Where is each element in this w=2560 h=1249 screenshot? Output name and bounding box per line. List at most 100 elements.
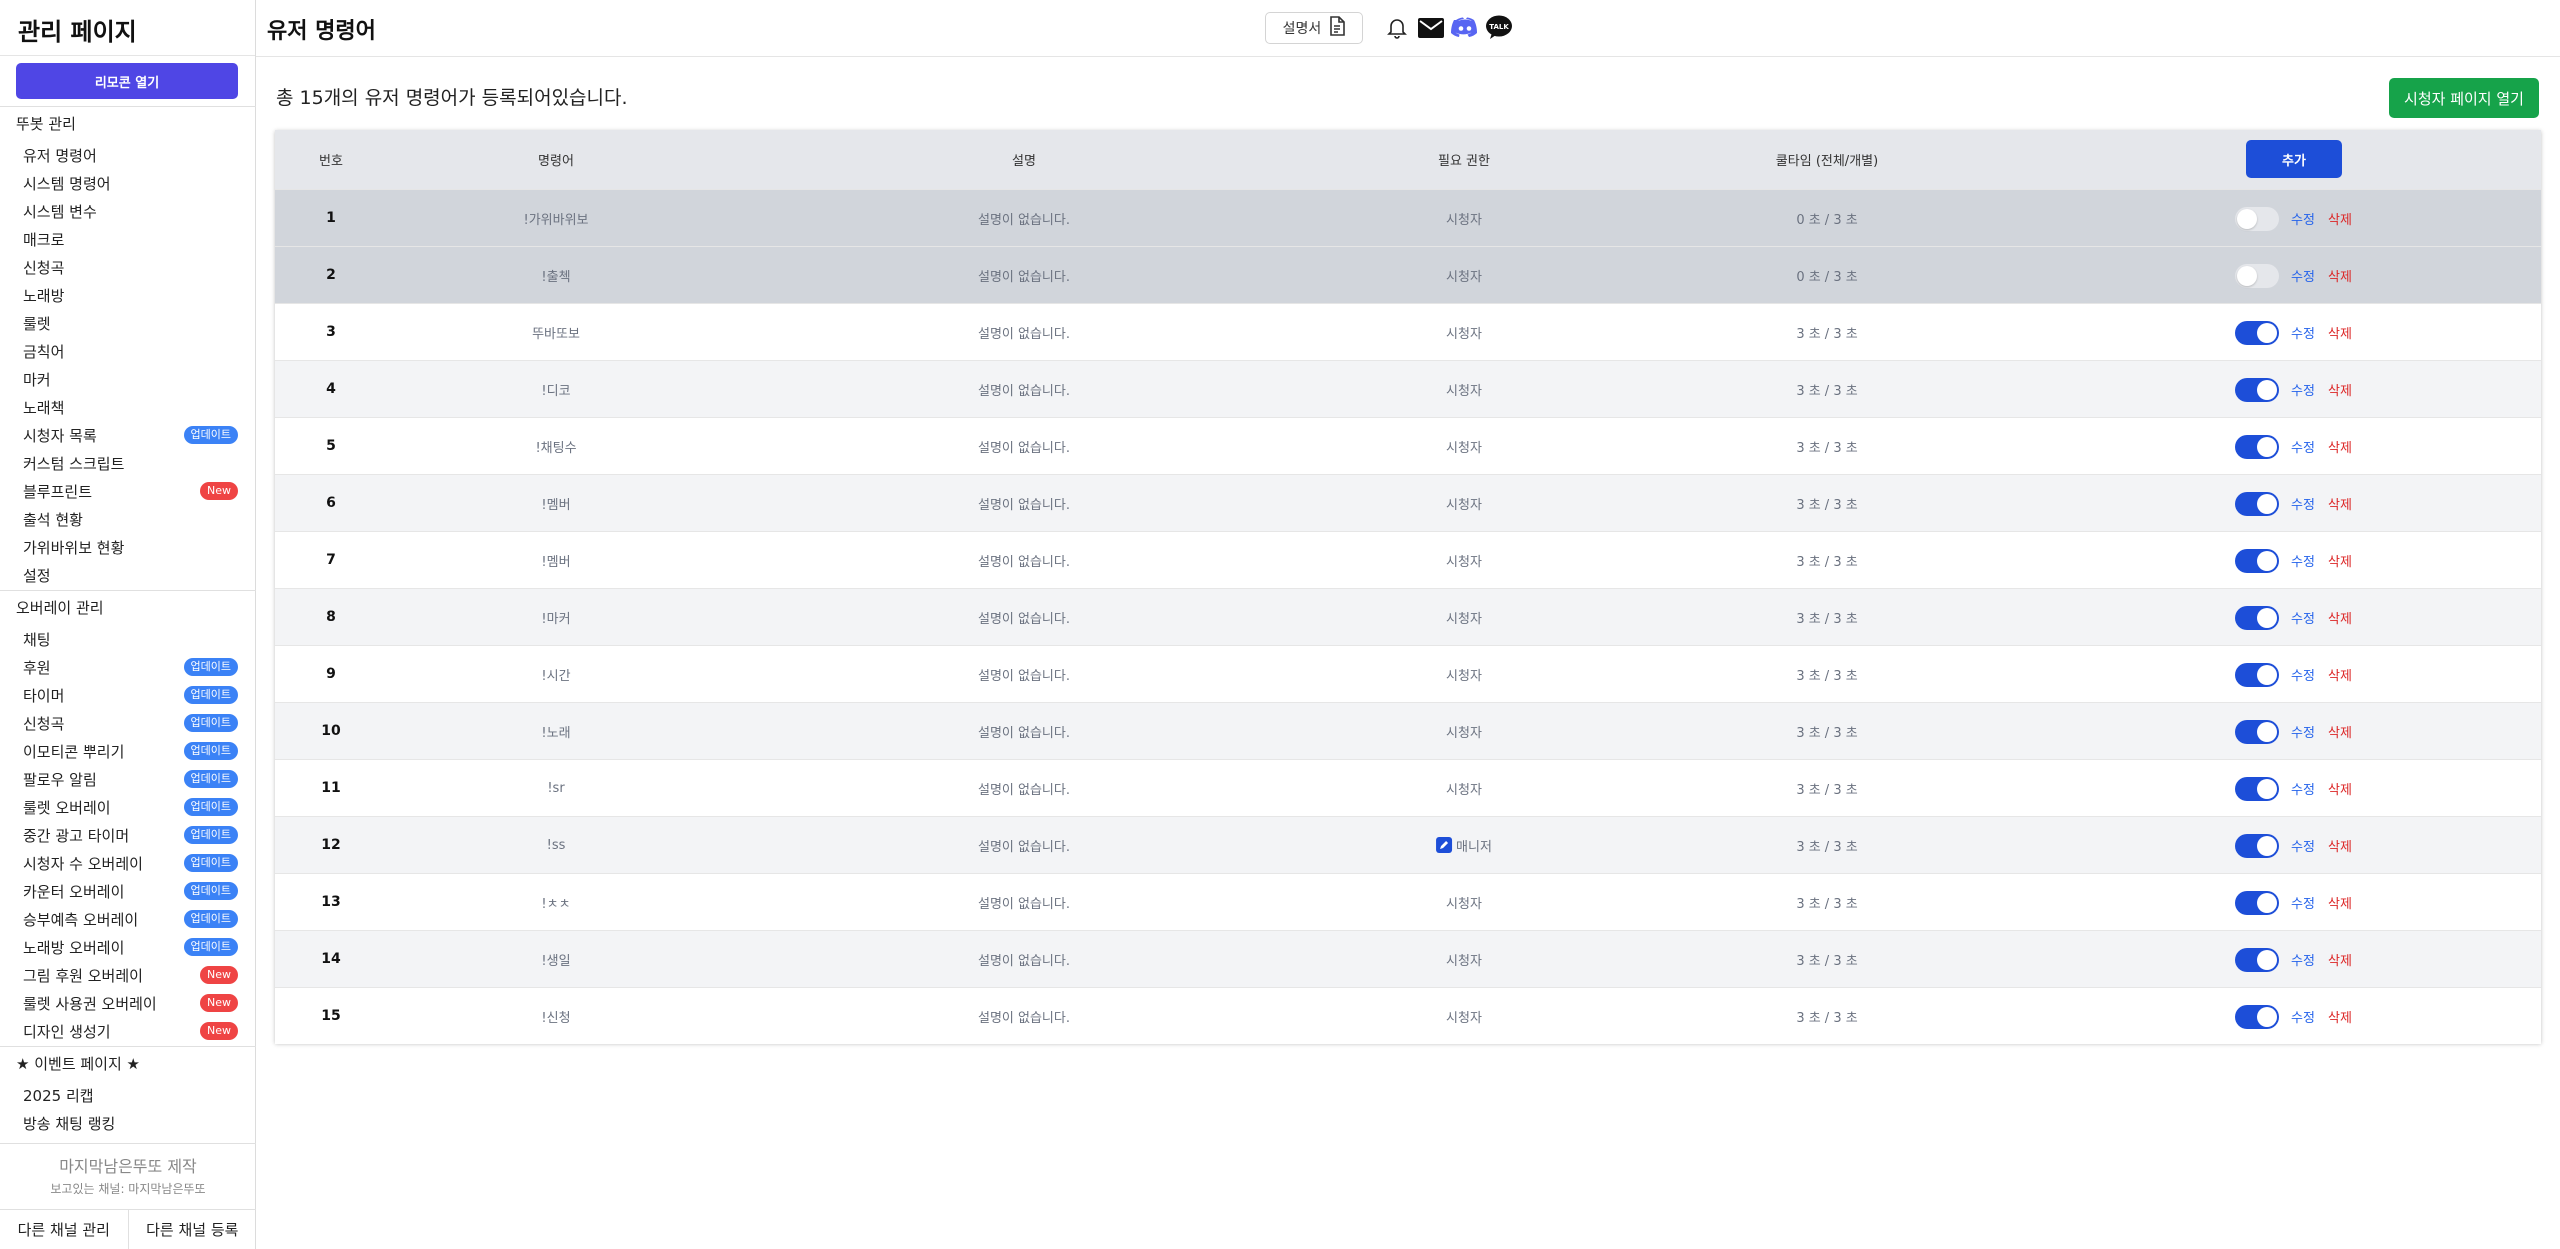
enable-toggle[interactable] xyxy=(2235,606,2279,630)
open-remote-button[interactable]: 리모콘 열기 xyxy=(16,63,238,99)
edit-button[interactable]: 수정 xyxy=(2291,418,2315,474)
delete-button[interactable]: 삭제 xyxy=(2328,703,2352,759)
sidebar-item-overlay-label: 룰렛 사용권 오버레이 xyxy=(23,994,157,1013)
sidebar-item-event-1[interactable]: 방송 채팅 랭킹 xyxy=(23,1109,238,1137)
enable-toggle[interactable] xyxy=(2235,948,2279,972)
sidebar-item-bot-13[interactable]: 출석 현황 xyxy=(23,505,238,533)
sidebar-item-bot-8[interactable]: 마커 xyxy=(23,365,238,393)
sidebar-item-bot-6[interactable]: 룰렛 xyxy=(23,309,238,337)
edit-button[interactable]: 수정 xyxy=(2291,190,2315,246)
sidebar-item-overlay-0[interactable]: 채팅 xyxy=(23,625,238,653)
edit-button[interactable]: 수정 xyxy=(2291,247,2315,303)
sidebar-item-bot-7[interactable]: 금칙어 xyxy=(23,337,238,365)
sidebar-item-overlay-11[interactable]: 노래방 오버레이 업데이트 xyxy=(23,933,238,961)
add-command-button[interactable]: 추가 xyxy=(2246,140,2342,178)
enable-toggle[interactable] xyxy=(2235,891,2279,915)
kakaotalk-icon[interactable]: TALK xyxy=(1485,14,1513,42)
row-command: !멤버 xyxy=(541,554,571,570)
new-badge: New xyxy=(200,994,238,1012)
sidebar-item-bot-11[interactable]: 커스텀 스크립트 xyxy=(23,449,238,477)
delete-button[interactable]: 삭제 xyxy=(2328,931,2352,987)
table-row: 13 !ㅊㅊ 설명이 없습니다. 시청자 3 초 / 3 초 수정 삭제 xyxy=(275,873,2541,930)
enable-toggle[interactable] xyxy=(2235,777,2279,801)
delete-button[interactable]: 삭제 xyxy=(2328,646,2352,702)
sidebar-item-overlay-3[interactable]: 신청곡 업데이트 xyxy=(23,709,238,737)
edit-button[interactable]: 수정 xyxy=(2291,817,2315,873)
sidebar-item-overlay-10[interactable]: 승부예측 오버레이 업데이트 xyxy=(23,905,238,933)
sidebar-item-overlay-14[interactable]: 디자인 생성기 New xyxy=(23,1017,238,1045)
sidebar-item-bot-0[interactable]: 유저 명령어 xyxy=(23,141,238,169)
delete-button[interactable]: 삭제 xyxy=(2328,475,2352,531)
sidebar-item-bot-15[interactable]: 설정 xyxy=(23,561,238,589)
open-viewer-page-button[interactable]: 시청자 페이지 열기 xyxy=(2389,78,2539,118)
sidebar-title: 관리 페이지 xyxy=(0,0,255,56)
enable-toggle[interactable] xyxy=(2235,663,2279,687)
register-other-channel-button[interactable]: 다른 채널 등록 xyxy=(129,1210,257,1249)
sidebar-item-overlay-4[interactable]: 이모티콘 뿌리기 업데이트 xyxy=(23,737,238,765)
enable-toggle[interactable] xyxy=(2235,549,2279,573)
sidebar-item-bot-1[interactable]: 시스템 명령어 xyxy=(23,169,238,197)
row-permission: 시청자 xyxy=(1446,646,1482,702)
enable-toggle[interactable] xyxy=(2235,834,2279,858)
enable-toggle[interactable] xyxy=(2235,264,2279,288)
manual-button[interactable]: 설명서 xyxy=(1265,12,1363,44)
edit-button[interactable]: 수정 xyxy=(2291,589,2315,645)
delete-button[interactable]: 삭제 xyxy=(2328,418,2352,474)
sidebar-item-overlay-13[interactable]: 룰렛 사용권 오버레이 New xyxy=(23,989,238,1017)
row-cooldown: 0 초 / 3 초 xyxy=(1796,212,1858,228)
sidebar-item-overlay-1[interactable]: 후원 업데이트 xyxy=(23,653,238,681)
delete-button[interactable]: 삭제 xyxy=(2328,988,2352,1044)
manage-other-channel-button[interactable]: 다른 채널 관리 xyxy=(0,1210,129,1249)
sidebar-item-bot-5[interactable]: 노래방 xyxy=(23,281,238,309)
edit-button[interactable]: 수정 xyxy=(2291,931,2315,987)
toggle-knob xyxy=(2257,836,2277,856)
delete-button[interactable]: 삭제 xyxy=(2328,589,2352,645)
edit-button[interactable]: 수정 xyxy=(2291,361,2315,417)
section-bot-management: 뚜봇 관리 xyxy=(16,115,76,133)
edit-button[interactable]: 수정 xyxy=(2291,988,2315,1044)
sidebar-item-bot-12[interactable]: 블루프린트 New xyxy=(23,477,238,505)
sidebar-item-bot-10[interactable]: 시청자 목록 업데이트 xyxy=(23,421,238,449)
delete-button[interactable]: 삭제 xyxy=(2328,247,2352,303)
enable-toggle[interactable] xyxy=(2235,207,2279,231)
sidebar-item-overlay-2[interactable]: 타이머 업데이트 xyxy=(23,681,238,709)
top-header: 유저 명령어 설명서 TALK xyxy=(256,0,2560,57)
edit-button[interactable]: 수정 xyxy=(2291,532,2315,588)
enable-toggle[interactable] xyxy=(2235,378,2279,402)
sidebar-item-overlay-7[interactable]: 중간 광고 타이머 업데이트 xyxy=(23,821,238,849)
permission-wrap: 시청자 xyxy=(1446,779,1482,798)
sidebar-item-overlay-8[interactable]: 시청자 수 오버레이 업데이트 xyxy=(23,849,238,877)
sidebar-item-bot-3[interactable]: 매크로 xyxy=(23,225,238,253)
delete-button[interactable]: 삭제 xyxy=(2328,532,2352,588)
delete-button[interactable]: 삭제 xyxy=(2328,760,2352,816)
bell-icon[interactable] xyxy=(1383,14,1411,42)
enable-toggle[interactable] xyxy=(2235,321,2279,345)
sidebar-item-event-0[interactable]: 2025 리캡 xyxy=(23,1081,238,1109)
enable-toggle[interactable] xyxy=(2235,720,2279,744)
delete-button[interactable]: 삭제 xyxy=(2328,304,2352,360)
sidebar-item-overlay-5[interactable]: 팔로우 알림 업데이트 xyxy=(23,765,238,793)
enable-toggle[interactable] xyxy=(2235,435,2279,459)
enable-toggle[interactable] xyxy=(2235,1005,2279,1029)
sidebar-item-bot-2[interactable]: 시스템 변수 xyxy=(23,197,238,225)
enable-toggle[interactable] xyxy=(2235,492,2279,516)
manual-button-label: 설명서 xyxy=(1282,21,1322,37)
sidebar-item-bot-14[interactable]: 가위바위보 현황 xyxy=(23,533,238,561)
edit-button[interactable]: 수정 xyxy=(2291,646,2315,702)
edit-button[interactable]: 수정 xyxy=(2291,874,2315,930)
discord-icon[interactable] xyxy=(1451,14,1479,42)
edit-button[interactable]: 수정 xyxy=(2291,304,2315,360)
sidebar-item-bot-4[interactable]: 신청곡 xyxy=(23,253,238,281)
delete-button[interactable]: 삭제 xyxy=(2328,874,2352,930)
sidebar-item-bot-9[interactable]: 노래책 xyxy=(23,393,238,421)
sidebar-item-overlay-12[interactable]: 그림 후원 오버레이 New xyxy=(23,961,238,989)
sidebar-item-overlay-6[interactable]: 룰렛 오버레이 업데이트 xyxy=(23,793,238,821)
delete-button[interactable]: 삭제 xyxy=(2328,361,2352,417)
edit-button[interactable]: 수정 xyxy=(2291,475,2315,531)
delete-button[interactable]: 삭제 xyxy=(2328,190,2352,246)
edit-button[interactable]: 수정 xyxy=(2291,760,2315,816)
mail-icon[interactable] xyxy=(1417,14,1445,42)
edit-button[interactable]: 수정 xyxy=(2291,703,2315,759)
delete-button[interactable]: 삭제 xyxy=(2328,817,2352,873)
sidebar-item-overlay-9[interactable]: 카운터 오버레이 업데이트 xyxy=(23,877,238,905)
